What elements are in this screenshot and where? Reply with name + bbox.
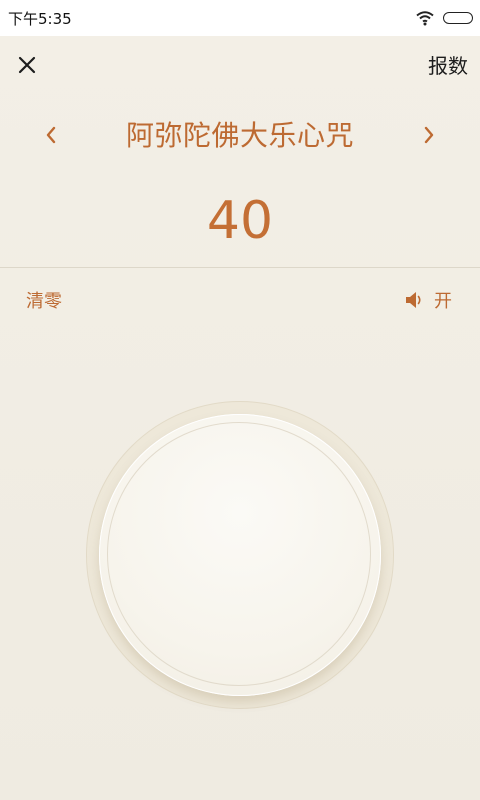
report-count-button[interactable]: 报数 <box>428 50 468 79</box>
reset-button[interactable]: 清零 <box>26 287 62 313</box>
battery-icon <box>443 12 473 24</box>
sound-state-label: 开 <box>434 291 452 312</box>
close-button[interactable] <box>12 50 42 80</box>
sound-toggle[interactable]: 开 <box>404 287 452 313</box>
divider <box>0 267 480 268</box>
speaker-icon <box>406 292 421 308</box>
wifi-icon <box>416 11 434 26</box>
status-time: 下午5:35 <box>8 10 72 28</box>
counter-screen: 报数 阿弥陀佛大乐心咒 40 清零 开 <box>0 36 480 800</box>
count-display: 40 <box>206 191 274 251</box>
tap-count-button[interactable] <box>99 414 381 696</box>
next-mantra-button[interactable] <box>414 120 444 150</box>
mantra-title: 阿弥陀佛大乐心咒 <box>125 119 354 152</box>
status-bar: 下午5:35 <box>0 0 480 36</box>
close-icon <box>18 56 36 74</box>
chevron-right-icon <box>424 126 434 144</box>
tap-button-ring <box>107 422 371 686</box>
